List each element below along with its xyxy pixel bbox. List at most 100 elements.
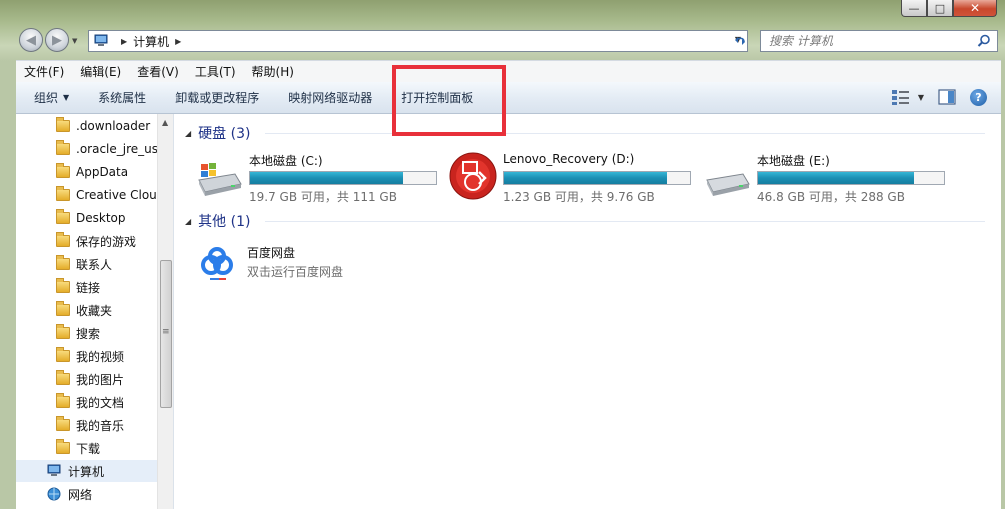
drive-e[interactable]: 本地磁盘 (E:) 46.8 GB 可用，共 288 GB xyxy=(701,152,951,204)
address-bar[interactable]: ▶ 计算机 ▶ ▼ xyxy=(88,30,748,52)
minimize-button[interactable]: — xyxy=(901,0,927,17)
collapse-triangle-icon[interactable]: ◢ xyxy=(185,129,191,138)
sidebar-item-label: 我的文档 xyxy=(76,395,125,410)
sidebar-item[interactable]: 我的文档 xyxy=(16,391,173,413)
music-icon xyxy=(56,416,70,431)
system-properties-button[interactable]: 系统属性 xyxy=(98,89,146,106)
sidebar-item-label: 保存的游戏 xyxy=(76,234,137,249)
sidebar-item[interactable]: .oracle_jre_usage xyxy=(16,138,173,160)
change-view-button[interactable]: ▼ xyxy=(890,88,924,106)
saved-games-icon xyxy=(56,232,70,247)
recent-pages-dropdown[interactable]: ▼ xyxy=(72,37,77,45)
group-title: 硬盘 (3) xyxy=(198,126,251,142)
sidebar-item-label: 联系人 xyxy=(76,257,113,272)
menu-tools[interactable]: 工具(T) xyxy=(195,63,236,80)
sidebar-item-label: 下载 xyxy=(76,441,101,456)
sidebar-item-label: 我的视频 xyxy=(76,349,125,364)
pictures-icon xyxy=(56,370,70,385)
menu-help[interactable]: 帮助(H) xyxy=(252,63,294,80)
sidebar-item[interactable]: 下载 xyxy=(16,437,173,459)
menu-file[interactable]: 文件(F) xyxy=(24,63,64,80)
collapse-triangle-icon[interactable]: ◢ xyxy=(185,217,191,226)
search-input[interactable] xyxy=(769,34,969,48)
group-divider xyxy=(265,221,985,222)
folder-icon xyxy=(56,186,70,201)
videos-icon xyxy=(56,347,70,362)
help-icon[interactable]: ? xyxy=(970,88,987,106)
uninstall-programs-button[interactable]: 卸载或更改程序 xyxy=(175,89,259,106)
window-frame: — □ ✕ ◀ ▶ ▼ ▶ 计算机 ▶ ▼ xyxy=(0,0,1005,509)
refresh-button[interactable] xyxy=(728,30,752,52)
computer-icon xyxy=(46,464,62,478)
group-divider xyxy=(265,133,985,134)
sidebar-item-network[interactable]: 网络 xyxy=(16,483,173,505)
sidebar-item[interactable]: 链接 xyxy=(16,276,173,298)
file-list: ◢ 硬盘 (3) 本地磁盘 (C:) 19.7 GB 可用，共 111 GB L… xyxy=(175,114,1001,509)
sidebar-item[interactable]: .downloader xyxy=(16,115,173,137)
hard-drive-icon xyxy=(706,173,750,196)
network-icon xyxy=(46,487,62,501)
group-header-other[interactable]: ◢ 其他 (1) xyxy=(185,211,250,231)
drive-usage-fill xyxy=(758,172,914,184)
drive-name: 本地磁盘 (C:) xyxy=(249,154,323,168)
sidebar-item[interactable]: 我的视频 xyxy=(16,345,173,367)
sidebar-item[interactable]: Creative Cloud Files xyxy=(16,184,173,206)
caption-buttons: — □ ✕ xyxy=(901,0,997,18)
menu-view[interactable]: 查看(V) xyxy=(137,63,179,80)
scrollbar-thumb[interactable]: ≡ xyxy=(160,260,172,408)
drive-free-space: 46.8 GB 可用，共 288 GB xyxy=(757,190,905,204)
forward-button[interactable]: ▶ xyxy=(45,28,69,52)
menu-bar: 文件(F) 编辑(E) 查看(V) 工具(T) 帮助(H) xyxy=(16,60,1001,82)
folder-icon xyxy=(56,209,70,224)
sidebar-item-computer[interactable]: 计算机 xyxy=(16,460,173,482)
sidebar-item-label: AppData xyxy=(76,165,129,179)
sidebar-item[interactable]: 保存的游戏 xyxy=(16,230,173,252)
app-description: 双击运行百度网盘 xyxy=(247,265,344,279)
sidebar-item-label: 收藏夹 xyxy=(76,303,113,318)
sidebar-item-label: 网络 xyxy=(68,487,93,502)
command-bar: 组织 ▼ 系统属性 卸载或更改程序 映射网络驱动器 打开控制面板 ▼ ? xyxy=(16,82,1001,114)
breadcrumb-computer[interactable]: 计算机 xyxy=(133,33,169,50)
breadcrumb-separator[interactable]: ▶ xyxy=(175,37,181,46)
map-network-drive-button[interactable]: 映射网络驱动器 xyxy=(288,89,372,106)
sidebar-item[interactable]: Desktop xyxy=(16,207,173,229)
sidebar-item-label: 链接 xyxy=(76,280,101,295)
baidu-netdisk-icon xyxy=(201,247,233,280)
searches-icon xyxy=(56,324,70,339)
view-options-icon xyxy=(891,90,909,105)
chevron-down-icon: ▼ xyxy=(917,92,924,102)
drive-c[interactable]: 本地磁盘 (C:) 19.7 GB 可用，共 111 GB xyxy=(193,152,443,204)
drive-d[interactable]: Lenovo_Recovery (D:) 1.23 GB 可用，共 9.76 G… xyxy=(447,152,697,204)
search-box[interactable] xyxy=(760,30,998,52)
sidebar-item-label: 计算机 xyxy=(68,464,105,479)
sidebar-item[interactable]: 我的图片 xyxy=(16,368,173,390)
windows-drive-icon xyxy=(198,163,242,196)
scroll-up-icon[interactable]: ▲ xyxy=(162,118,168,127)
organize-button[interactable]: 组织 ▼ xyxy=(34,89,69,106)
menu-edit[interactable]: 编辑(E) xyxy=(80,63,121,80)
view-controls: ▼ ? xyxy=(890,88,987,106)
sidebar-item[interactable]: AppData xyxy=(16,161,173,183)
drive-free-space: 1.23 GB 可用，共 9.76 GB xyxy=(503,190,655,204)
links-icon xyxy=(56,278,70,293)
drive-free-space: 19.7 GB 可用，共 111 GB xyxy=(249,190,397,204)
sidebar-item[interactable]: 联系人 xyxy=(16,253,173,275)
close-button[interactable]: ✕ xyxy=(953,0,997,17)
sidebar-item[interactable]: 我的音乐 xyxy=(16,414,173,436)
group-header-hdd[interactable]: ◢ 硬盘 (3) xyxy=(185,123,250,143)
maximize-button[interactable]: □ xyxy=(927,0,953,17)
back-button[interactable]: ◀ xyxy=(19,28,43,52)
navigation-bar: ◀ ▶ ▼ ▶ 计算机 ▶ ▼ xyxy=(16,26,1001,56)
baidu-netdisk-item[interactable]: 百度网盘 双击运行百度网盘 xyxy=(193,243,443,293)
grip-icon: ≡ xyxy=(162,327,170,337)
lenovo-recovery-icon xyxy=(449,152,497,200)
computer-icon xyxy=(93,34,109,48)
search-icon[interactable] xyxy=(977,34,991,48)
folder-icon xyxy=(56,163,70,178)
preview-pane-icon[interactable] xyxy=(938,89,956,105)
sidebar-item[interactable]: 收藏夹 xyxy=(16,299,173,321)
sidebar-scrollbar[interactable]: ▲ ≡ xyxy=(157,114,173,509)
documents-icon xyxy=(56,393,70,408)
sidebar-item[interactable]: 搜索 xyxy=(16,322,173,344)
drive-usage-bar xyxy=(757,171,945,185)
